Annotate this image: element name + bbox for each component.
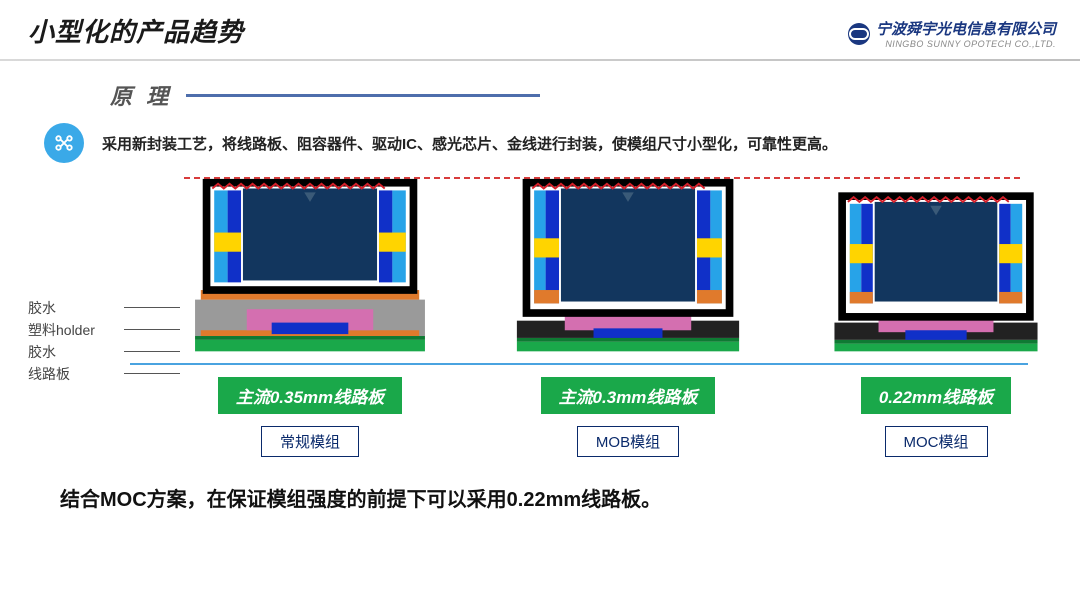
description-text: 采用新封装工艺，将线路板、阻容器件、驱动IC、感光芯片、金线进行封装，使模组尺寸… [102,133,837,154]
conclusion-text: 结合MOC方案，在保证模组强度的前提下可以采用0.22mm线路板。 [60,483,1080,512]
module-band: 主流0.35mm线路板 [218,377,402,414]
module-tag: 常规模组 [261,426,359,457]
divider [0,59,1080,61]
brand-logo-icon [848,23,870,45]
page-title: 小型化的产品趋势 [28,12,244,49]
label-glue-1: 胶水 [28,297,95,319]
brand-en: NINGBO SUNNY OPOTECH CO.,LTD. [876,39,1056,49]
module-mob: 主流0.3mm线路板 MOB模组 [498,177,758,457]
module-tag: MOC模组 [885,426,988,457]
label-holder: 塑料holder [28,319,95,341]
principle-icon [44,123,84,163]
brand-cn: 宁波舜宇光电信息有限公司 [876,18,1056,39]
section-underline [186,94,540,97]
module-drawing-conventional [180,177,440,359]
description-row: 采用新封装工艺，将线路板、阻容器件、驱动IC、感光芯片、金线进行封装，使模组尺寸… [44,123,1080,163]
module-drawing-moc [816,177,1056,359]
slide: 小型化的产品趋势 宁波舜宇光电信息有限公司 NINGBO SUNNY OPOTE… [0,0,1080,608]
leader-line [124,351,180,352]
module-drawing-mob [498,177,758,359]
side-labels: 胶水 塑料holder 胶水 线路板 [28,297,95,385]
leader-line [124,307,180,308]
brand-block: 宁波舜宇光电信息有限公司 NINGBO SUNNY OPOTECH CO.,LT… [848,18,1056,49]
module-band: 主流0.3mm线路板 [541,377,716,414]
section-label: 原 理 [110,79,172,111]
label-pcb: 线路板 [28,363,95,385]
module-band: 0.22mm线路板 [861,377,1011,414]
module-moc: 0.22mm线路板 MOC模组 [816,177,1056,457]
label-glue-2: 胶水 [28,341,95,363]
leader-line [124,329,180,330]
titlebar: 小型化的产品趋势 宁波舜宇光电信息有限公司 NINGBO SUNNY OPOTE… [0,0,1080,53]
figure-area: 胶水 塑料holder 胶水 线路板 [0,177,1080,457]
module-conventional: 主流0.35mm线路板 常规模组 [180,177,440,457]
section-header: 原 理 [0,79,1080,111]
leader-line [124,373,180,374]
module-row: 主流0.35mm线路板 常规模组 [180,177,1040,457]
module-tag: MOB模组 [577,426,679,457]
